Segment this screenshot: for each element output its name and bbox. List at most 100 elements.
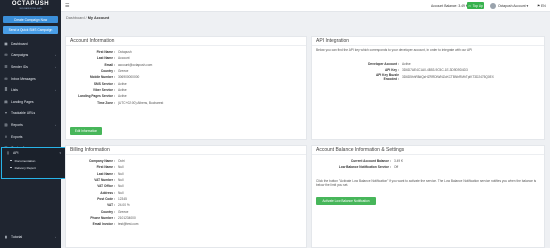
sidebar: OCTAPUSH SMS MARKETING & API Create Camp… [0,0,67,248]
chevron-right-icon: › [55,88,56,93]
detail-label: Email : [104,62,115,67]
detail-label: Email Invoice : [92,222,115,227]
detail-row: Time Zone : (UTC+02:00) Athens, Bucharest [66,99,163,105]
detail-value: Null [118,171,124,176]
api-description: Below you can find the API key which cor… [316,48,473,52]
user-name: Octapush Account [498,3,526,8]
sidebar-item-label: Dashboard [11,41,28,46]
account-information-panel: Account Information First Name : Octapush… [65,36,307,140]
edit-information-button[interactable]: Edit Information [70,127,102,135]
detail-label: First Name : [96,50,115,55]
card-icon: ▭ [468,3,472,8]
logo-tagline: SMS MARKETING & API [19,8,42,10]
sidebar-item-label: Campaigns [11,53,29,58]
billing-details: Company Name : Octri First Name : Null Last … [66,158,138,227]
detail-row: Low Balance Notification Service : Off [332,164,403,170]
detail-value: 3D6D5hhR8dQzHZRRDIWNZoKCTBNhRMhTpiKT3D24… [402,74,494,79]
panel-title: Billing Information [66,146,306,155]
sidebar-item-landing-pages[interactable]: ▤ Landing Pages [0,96,61,108]
chevron-right-icon: › [55,64,56,69]
sidebar-item-campaigns[interactable]: ✉ Campaigns › [0,50,61,62]
user-menu[interactable]: Octapush Account ▾ [490,2,529,9]
sidebar-item-label: Inbox Messages [11,76,36,81]
balance-details: Current Account Balance :3.49 € Low Balan… [332,158,403,171]
sidebar-subitem-label: Documentation [14,158,36,163]
detail-label: Country : [100,209,115,214]
sidebar-item-trackable-urls[interactable]: ⚭ Trackable URLs [0,108,61,120]
list-icon: ≣ [4,88,8,93]
breadcrumb-root[interactable]: Dashboard [66,16,85,20]
detail-value: Null [118,178,124,183]
activate-low-balance-button[interactable]: Activate Low Balance Notification [316,197,376,205]
sidebar-item-lists[interactable]: ≣ Lists › [0,84,61,96]
chevron-down-icon: ▾ [59,150,61,155]
detail-value: 3D6D7AE4C1A0-4B53-9C5C-1E-3D9D9D4D3 [402,68,468,73]
sidebar-subitem-documentation[interactable]: Documentation [2,157,66,164]
chevron-right-icon: › [55,53,56,58]
sidebar-item-sender-ids[interactable]: ☰ Sender IDs › [0,61,61,73]
detail-value: 3.49 € [394,159,403,164]
detail-value: Account [118,56,130,61]
detail-label: VAT : [107,203,115,208]
sidebar-item-reports[interactable]: ▥ Reports › [0,119,61,131]
detail-label: Last Name : [96,56,115,61]
sidebar-subitem-delivery-report[interactable]: Delivery Report [2,164,66,171]
chevron-right-icon: › [55,122,56,127]
create-campaign-button[interactable]: Create Campaign Now [3,16,58,23]
sidebar-item-tutorial[interactable]: ▮ Tutorial › [0,231,61,243]
link-icon: ⚭ [4,111,8,116]
detail-value: test@test.com [118,222,139,227]
quick-campaign-button[interactable]: Send a Quick SMS Campaign [3,26,58,34]
detail-value: Null [118,184,124,189]
book-icon: ▮ [5,234,7,239]
sidebar-item-label: Sender IDs [11,64,28,69]
detail-value: Active [118,81,127,86]
inbox-icon: ✉ [4,76,8,81]
detail-label: Landing Pages Service : [78,94,115,99]
detail-value: Null [118,165,124,170]
detail-value: Off [394,165,399,170]
sidebar-item-api[interactable]: ⟨⟩ API ▾ [2,148,66,157]
id-card-icon: ☰ [4,64,8,69]
sidebar-item-exports[interactable]: ⇪ Exports [0,131,61,143]
detail-value: account@octapush.com [118,62,153,67]
sidebar-item-label: Exports [11,134,23,139]
language-selector[interactable]: ⚑ EN [537,4,546,8]
detail-label: Developer Account : [368,62,399,67]
detail-value: Octapush [118,50,132,55]
api-integration-panel: API Integration Below you can find the A… [311,36,545,140]
detail-label: SMS Service : [93,81,115,86]
sidebar-item-dashboard[interactable]: ▦ Dashboard [0,38,61,50]
sidebar-item-label: Lists [11,88,18,93]
billing-information-panel: Billing Information Company Name : Octri F… [65,145,307,248]
detail-label: Address : [100,190,115,195]
detail-label: Phone Number : [90,215,115,220]
detail-value: Active [118,94,127,99]
chevron-down-icon: ▾ [526,3,529,8]
sidebar-item-label: Tutorial [11,234,23,239]
detail-label: VAT Office : [97,184,115,189]
avatar [490,2,496,9]
detail-label: Mobile Number : [90,75,115,80]
panel-title: Account Balance Information & Settings [312,146,544,155]
sidebar-item-inbox-messages[interactable]: ✉ Inbox Messages [0,73,61,85]
top-up-button[interactable]: ▭ Top Up [467,2,484,9]
detail-label: Current Account Balance : [350,159,391,164]
bullet-icon [10,159,12,162]
detail-value: (UTC+02:00) Athens, Bucharest [118,100,164,105]
language-label: EN [541,3,546,8]
detail-row: API Key Buzzle Encoded :3D6D5hhR8dQzHZRR… [362,72,494,81]
detail-value: Null [118,190,124,195]
brand-logo[interactable]: OCTAPUSH SMS MARKETING & API [0,0,61,14]
menu-toggle-icon[interactable]: ☰ [65,3,69,9]
detail-label: Viber Service : [92,87,115,92]
flag-icon: ⚑ [537,3,541,8]
account-balance-panel: Account Balance Information & Settings C… [311,145,545,248]
account-details: First Name : Octapush Last Name : Account Em… [66,49,163,106]
detail-label: API Key Buzzle Encoded : [375,72,399,81]
detail-value: 12345 [118,196,127,201]
panel-title: API Integration [312,37,544,46]
detail-label: Time Zone : [97,100,115,105]
detail-value: Octri [118,159,125,164]
dashboard-icon: ▦ [4,41,8,46]
